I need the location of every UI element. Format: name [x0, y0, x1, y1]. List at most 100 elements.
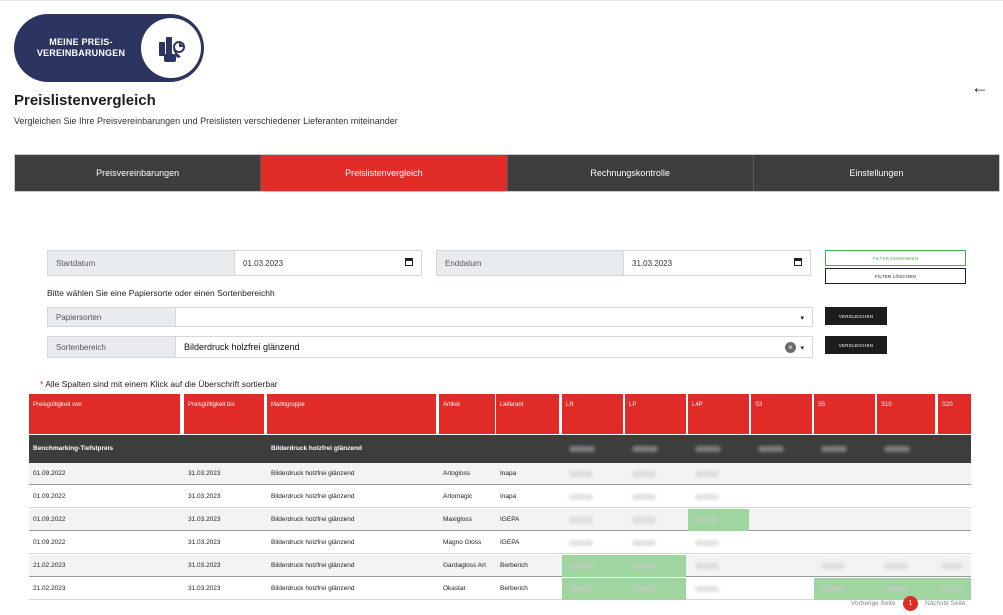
clear-icon[interactable]: ×: [785, 342, 796, 353]
redacted-price: [758, 446, 784, 452]
logo-badge: MEINE PREIS- VEREINBARUNGEN: [14, 14, 204, 82]
chevron-down-icon[interactable]: ▾: [800, 344, 804, 352]
redacted-price: [569, 563, 593, 569]
benchmark-marktgruppe: Bilderdruck holzfrei glänzend: [271, 445, 363, 452]
cell-lieferant: Inapa: [500, 493, 517, 500]
table-row[interactable]: 01.09.2022 31.03.2023 Bilderdruck holzfr…: [29, 486, 971, 508]
redacted-price: [821, 586, 845, 592]
end-date-value: 31.03.2023: [632, 258, 673, 268]
cell-bis: 31.03.2023: [188, 539, 221, 546]
calendar-icon[interactable]: [794, 258, 802, 266]
selection-hint: Bitte wählen Sie eine Papiersorte oder e…: [47, 288, 275, 298]
tab-preislistenvergleich[interactable]: Preislistenvergleich: [261, 155, 508, 191]
column-header-artikel[interactable]: Artikel: [439, 394, 495, 434]
main-tabs: Preisvereinbarungen Preislistenvergleich…: [14, 154, 1000, 192]
table-row[interactable]: 01.09.2022 31.03.2023 Bilderdruck holzfr…: [29, 532, 971, 554]
redacted-price: [884, 586, 908, 592]
cell-marktgruppe: Bilderdruck holzfrei glänzend: [271, 585, 355, 592]
cell-lieferant: Berberich: [500, 562, 528, 569]
column-header-s20[interactable]: S20: [938, 394, 971, 434]
current-page-indicator[interactable]: 1: [903, 596, 918, 611]
column-header-s10[interactable]: S10: [877, 394, 935, 434]
column-header-bis[interactable]: Preisgültigkeit bis: [184, 394, 264, 434]
column-header-lieferant[interactable]: Lieferant: [496, 394, 559, 434]
redacted-price: [695, 586, 719, 592]
cell-artikel: Okastar: [443, 585, 466, 592]
redacted-price: [941, 563, 963, 569]
back-arrow-icon[interactable]: ←: [971, 77, 989, 98]
redacted-price: [632, 586, 656, 592]
price-agreement-icon: [141, 18, 201, 78]
redacted-price: [569, 446, 595, 452]
sortenbereich-select[interactable]: Bilderdruck holzfrei glänzend × ▾: [176, 337, 812, 357]
column-header-s3[interactable]: S3: [751, 394, 812, 434]
table-row[interactable]: 01.09.2022 31.03.2023 Bilderdruck holzfr…: [29, 509, 971, 531]
table-row[interactable]: 21.02.2023 31.03.2023 Bilderdruck holzfr…: [29, 578, 971, 600]
cell-von: 01.09.2022: [33, 470, 66, 477]
end-date-field: Enddatum 31.03.2023: [436, 250, 811, 276]
redacted-price: [632, 517, 656, 523]
papiersorten-field: Papiersorten ▾: [47, 307, 813, 327]
cell-marktgruppe: Bilderdruck holzfrei glänzend: [271, 562, 355, 569]
cell-marktgruppe: Bilderdruck holzfrei glänzend: [271, 493, 355, 500]
start-date-label: Startdatum: [48, 251, 235, 275]
redacted-price: [632, 563, 656, 569]
compare-button-sortenbereich[interactable]: VERGLEICHEN: [825, 336, 887, 354]
column-header-lp[interactable]: LP: [625, 394, 686, 434]
column-header-l4p[interactable]: L4P: [688, 394, 749, 434]
cell-von: 01.09.2022: [33, 516, 66, 523]
sortenbereich-value: Bilderdruck holzfrei glänzend: [184, 342, 300, 352]
redacted-price: [821, 446, 847, 452]
cell-artikel: Artogloss: [443, 470, 471, 477]
sortenbereich-field: Sortenbereich Bilderdruck holzfrei glänz…: [47, 336, 813, 358]
redacted-price: [632, 446, 658, 452]
cell-bis: 31.03.2023: [188, 585, 221, 592]
redacted-price: [695, 446, 721, 452]
next-page-link[interactable]: Nächste Seite: [925, 600, 965, 607]
table-row[interactable]: 01.09.2022 31.03.2023 Bilderdruck holzfr…: [29, 463, 971, 485]
cell-lieferant: IGEPA: [500, 516, 520, 523]
cell-von: 01.09.2022: [33, 493, 66, 500]
column-header-von[interactable]: Preisgültigkeit von: [29, 394, 180, 434]
cell-bis: 31.03.2023: [188, 493, 221, 500]
page-title: Preislistenvergleich: [14, 92, 156, 109]
redacted-price: [941, 586, 963, 592]
redacted-price: [821, 563, 845, 569]
calendar-icon[interactable]: [405, 258, 413, 266]
tab-preisvereinbarungen[interactable]: Preisvereinbarungen: [15, 155, 262, 191]
chevron-down-icon[interactable]: ▾: [800, 314, 804, 322]
top-border: [0, 0, 1003, 1]
sortenbereich-label: Sortenbereich: [48, 337, 176, 357]
redacted-price: [695, 563, 719, 569]
redacted-price: [884, 446, 910, 452]
tab-einstellungen[interactable]: Einstellungen: [753, 155, 999, 191]
apply-filter-button[interactable]: FILTER ANWENDEN: [825, 250, 966, 266]
redacted-price: [569, 517, 593, 523]
redacted-price: [695, 494, 719, 500]
compare-button-papiersorten[interactable]: VERGLEICHEN: [825, 307, 887, 325]
table-row[interactable]: 21.02.2023 31.03.2023 Bilderdruck holzfr…: [29, 555, 971, 577]
end-date-input[interactable]: 31.03.2023: [624, 251, 810, 275]
redacted-price: [695, 471, 719, 477]
column-header-s5[interactable]: S5: [814, 394, 875, 434]
cell-marktgruppe: Bilderdruck holzfrei glänzend: [271, 470, 355, 477]
cell-bis: 31.03.2023: [188, 516, 221, 523]
redacted-price: [695, 540, 719, 546]
papiersorten-select[interactable]: ▾: [176, 308, 812, 326]
clear-filter-button[interactable]: FILTER LÖSCHEN: [825, 268, 966, 284]
sort-note: * Alle Spalten sind mit einem Klick auf …: [40, 379, 278, 389]
benchmark-label: Benchmarking-Tiefstpreis: [33, 445, 114, 452]
tab-rechnungskontrolle[interactable]: Rechnungskontrolle: [507, 155, 754, 191]
papiersorten-label: Papiersorten: [48, 308, 176, 326]
cell-von: 01.09.2022: [33, 539, 66, 546]
column-header-marktgruppe[interactable]: Marktgruppe: [267, 394, 436, 434]
prev-page-link[interactable]: Vorherige Seite: [851, 600, 895, 607]
cell-marktgruppe: Bilderdruck holzfrei glänzend: [271, 539, 355, 546]
cell-lieferant: IGEPA: [500, 539, 520, 546]
redacted-price: [569, 471, 593, 477]
logo-text-line2: VEREINBARUNGEN: [36, 48, 126, 58]
redacted-price: [569, 586, 593, 592]
start-date-input[interactable]: 01.03.2023: [235, 251, 421, 275]
cell-von: 21.02.2023: [33, 585, 66, 592]
column-header-lr[interactable]: LR: [562, 394, 623, 434]
